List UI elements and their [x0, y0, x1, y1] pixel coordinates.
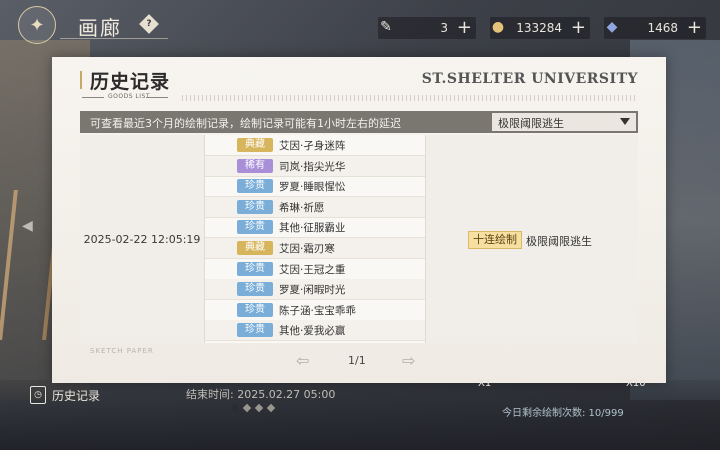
record-item-row: 珍贵 罗夏·闲暇时光 — [205, 279, 425, 301]
item-name: 艾因·霜刃寒 — [279, 243, 335, 255]
rarity-badge: 珍贵 — [237, 220, 273, 235]
item-name: 其他·爱我必赢 — [279, 325, 346, 338]
record-item-row: 珍贵 其他·爱我必赢 — [205, 320, 425, 342]
currency-value: 1468 — [647, 21, 678, 35]
chevron-down-icon — [620, 118, 630, 125]
item-name: 其他·征服霸业 — [279, 222, 346, 235]
info-text: 可查看最近3个月的绘制记录，绘制记录可能有1小时左右的延迟 — [90, 117, 401, 130]
crystal-icon: ◆ — [606, 19, 618, 35]
rarity-badge: 稀有 — [237, 158, 273, 173]
history-button-label: 历史记录 — [52, 389, 101, 403]
title-ornament — [80, 71, 88, 89]
rarity-badge: 珍贵 — [237, 323, 273, 338]
rarity-badge: 珍贵 — [237, 302, 273, 317]
item-name: 艾因·孑身迷阵 — [279, 140, 346, 152]
single-draw-count[interactable]: X1 — [478, 378, 491, 389]
back-emblem-icon[interactable]: ✦ — [18, 6, 56, 44]
subtitle-line-right — [146, 97, 168, 98]
record-item-row: 典藏 艾因·霜刃寒 — [205, 238, 425, 259]
record-table: 2025-02-22 12:05:19 典藏 艾因·孑身迷阵 稀有 司岚·指尖光华 珍贵… — [80, 135, 638, 343]
rarity-badge: 典藏 — [237, 241, 273, 255]
record-item-row: 稀有 司岚·指尖光华 — [205, 155, 425, 177]
help-icon[interactable]: ? — [139, 14, 159, 34]
currency-value: 3 — [440, 21, 448, 35]
modal-header: 历史记录 GOODS LIST ST.SHELTER UNIVERSITY — [52, 57, 666, 107]
left-arrow-icon[interactable]: ◀ — [22, 218, 33, 234]
title-underline — [60, 38, 168, 39]
currency-coin: ● 133284 + — [490, 17, 590, 39]
item-name: 罗夏·闲暇时光 — [279, 284, 346, 297]
record-items-list: 典藏 艾因·孑身迷阵 稀有 司岚·指尖光华 珍贵 罗夏·睡眼惺忪 珍贵 希琳·祈愿 珍贵 其他·征… — [204, 135, 426, 343]
modal-subtitle: GOODS LIST — [108, 93, 151, 100]
add-brush-button[interactable]: + — [457, 17, 472, 38]
rarity-badge: 珍贵 — [237, 261, 273, 276]
daily-remaining-draws: 今日剩余绘制次数: 10/999 — [502, 408, 624, 419]
pagination: ⇦ 1/1 ⇨ — [52, 349, 666, 373]
pool-filter-dropdown[interactable]: 极限阈限逃生 — [492, 113, 636, 131]
gallery-title: 画廊 — [78, 16, 122, 40]
ruler-decoration — [182, 95, 638, 101]
record-type-cell: 十连绘制 极限阈限逃生 — [424, 135, 638, 343]
pool-name: 极限阈限逃生 — [526, 235, 592, 248]
university-logo-text: ST.SHELTER UNIVERSITY — [421, 71, 638, 87]
info-bar: 可查看最近3个月的绘制记录，绘制记录可能有1小时左右的延迟 极限阈限逃生 — [80, 111, 638, 133]
record-time: 2025-02-22 12:05:19 — [83, 232, 201, 246]
rarity-badge: 典藏 — [237, 138, 273, 152]
page-dot[interactable] — [266, 403, 276, 413]
modal-title: 历史记录 — [90, 71, 171, 93]
page-dot[interactable] — [242, 403, 252, 413]
item-name: 艾因·王冠之重 — [279, 263, 346, 276]
subtitle-line-left — [82, 97, 104, 98]
currency-brush: ✎ 3 + — [378, 17, 476, 39]
history-modal: 历史记录 GOODS LIST ST.SHELTER UNIVERSITY 可查… — [52, 57, 666, 383]
currency-value: 133284 — [516, 21, 562, 35]
brush-icon: ✎ — [380, 19, 392, 35]
item-name: 罗夏·睡眼惺忪 — [279, 181, 346, 194]
page-indicator: 1/1 — [348, 354, 366, 367]
record-item-row: 典藏 艾因·孑身迷阵 — [205, 135, 425, 156]
ten-draw-count[interactable]: X10 — [626, 378, 646, 389]
clock-icon: ◷ — [30, 386, 46, 404]
record-item-row: 珍贵 罗夏·睡眼惺忪 — [205, 176, 425, 198]
next-page-button[interactable]: ⇨ — [402, 351, 415, 370]
rarity-badge: 珍贵 — [237, 179, 273, 194]
event-end-time: 结束时间: 2025.02.27 05:00 — [186, 388, 336, 401]
record-item-row: 珍贵 其他·征服霸业 — [205, 217, 425, 239]
page-dot[interactable] — [254, 403, 264, 413]
page-dot[interactable] — [230, 403, 240, 413]
top-bar: ✦ 画廊 ? ✎ 3 + ● 133284 + ◆ 1468 + — [0, 0, 720, 50]
draw-type-tag: 十连绘制 — [468, 231, 522, 249]
item-name: 陈子涵·宝宝乖乖 — [279, 304, 356, 317]
record-item-row: 珍贵 希琳·祈愿 — [205, 196, 425, 218]
record-item-row: 珍贵 艾因·王冠之重 — [205, 259, 425, 280]
add-coin-button[interactable]: + — [571, 17, 586, 38]
add-crystal-button[interactable]: + — [687, 17, 702, 38]
currency-crystal: ◆ 1468 + — [604, 17, 706, 39]
rarity-badge: 珍贵 — [237, 282, 273, 297]
page-dots — [230, 403, 276, 413]
item-name: 司岚·指尖光华 — [279, 160, 346, 173]
item-name: 希琳·祈愿 — [279, 201, 325, 214]
coin-icon: ● — [491, 19, 505, 35]
filter-selected-value: 极限阈限逃生 — [498, 117, 564, 130]
prev-page-button[interactable]: ⇦ — [296, 351, 309, 370]
record-item-row: 珍贵 陈子涵·宝宝乖乖 — [205, 300, 425, 321]
rarity-badge: 珍贵 — [237, 199, 273, 214]
